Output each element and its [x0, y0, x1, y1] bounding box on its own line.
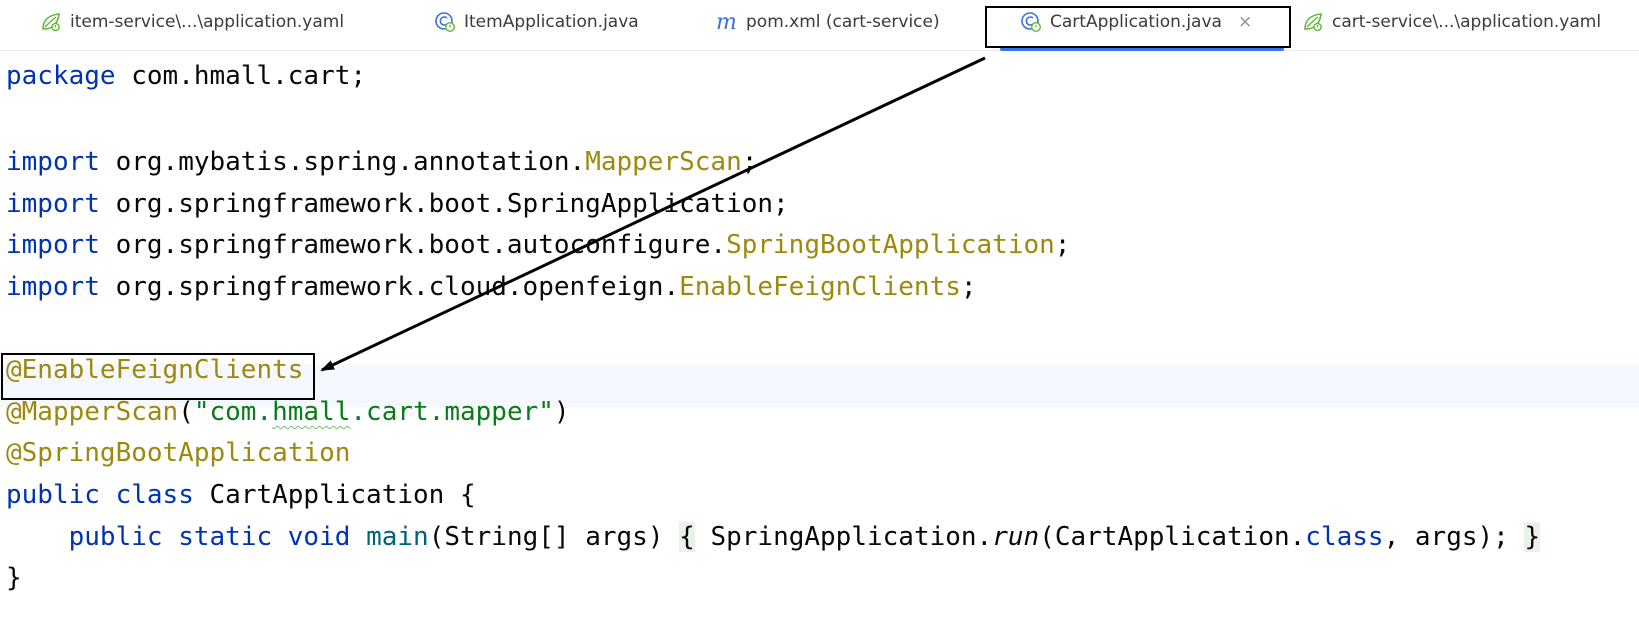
tab-item-application-java[interactable]: ItemApplication.java: [434, 0, 639, 44]
code-line-import-enablefeignclients: import org.springframework.cloud.openfei…: [6, 272, 977, 302]
code-line-package: package com.hmall.cart;: [6, 61, 367, 91]
tab-label: pom.xml (cart-service): [746, 12, 940, 32]
code-line-class-declaration: public class CartApplication {: [6, 480, 476, 510]
maven-icon: m: [716, 9, 737, 35]
editor-tab-bar: item-service\...\application.yaml ItemAp…: [0, 0, 1639, 51]
code-line-import-springbootapplication: import org.springframework.boot.autoconf…: [6, 230, 1071, 260]
code-line-import-springapplication: import org.springframework.boot.SpringAp…: [6, 189, 789, 219]
spring-yaml-icon: [40, 11, 62, 33]
spring-yaml-icon: [1302, 11, 1324, 33]
tab-cart-service-application-yaml[interactable]: cart-service\...\application.yaml: [1302, 0, 1601, 44]
code-editor[interactable]: package com.hmall.cart; import org.mybat…: [0, 52, 1639, 635]
tab-pom-xml-cart-service[interactable]: m pom.xml (cart-service): [716, 0, 940, 44]
tab-item-service-application-yaml[interactable]: item-service\...\application.yaml: [40, 0, 344, 44]
tab-label: ItemApplication.java: [464, 12, 639, 32]
code-line-annotation-springbootapplication: @SpringBootApplication: [6, 438, 351, 468]
code-line-annotation-mapperscan: @MapperScan("com.hmall.cart.mapper"): [6, 397, 570, 427]
code-line-class-close: }: [6, 563, 22, 593]
tab-label: cart-service\...\application.yaml: [1332, 12, 1602, 32]
spring-boot-class-icon: [434, 11, 456, 33]
code-line-main-method: public static void main(String[] args) {…: [68, 522, 1541, 552]
close-icon[interactable]: ×: [1238, 12, 1252, 32]
tab-cart-application-java[interactable]: CartApplication.java ×: [1020, 0, 1252, 44]
tab-label: item-service\...\application.yaml: [70, 12, 345, 32]
spring-boot-class-icon: [1020, 11, 1042, 33]
code-line-annotation-enablefeignclients: @EnableFeignClients: [6, 355, 304, 385]
tab-label: CartApplication.java: [1050, 12, 1222, 32]
code-line-import-mapperscan: import org.mybatis.spring.annotation.Map…: [6, 147, 758, 177]
active-tab-indicator: [1000, 47, 1284, 51]
